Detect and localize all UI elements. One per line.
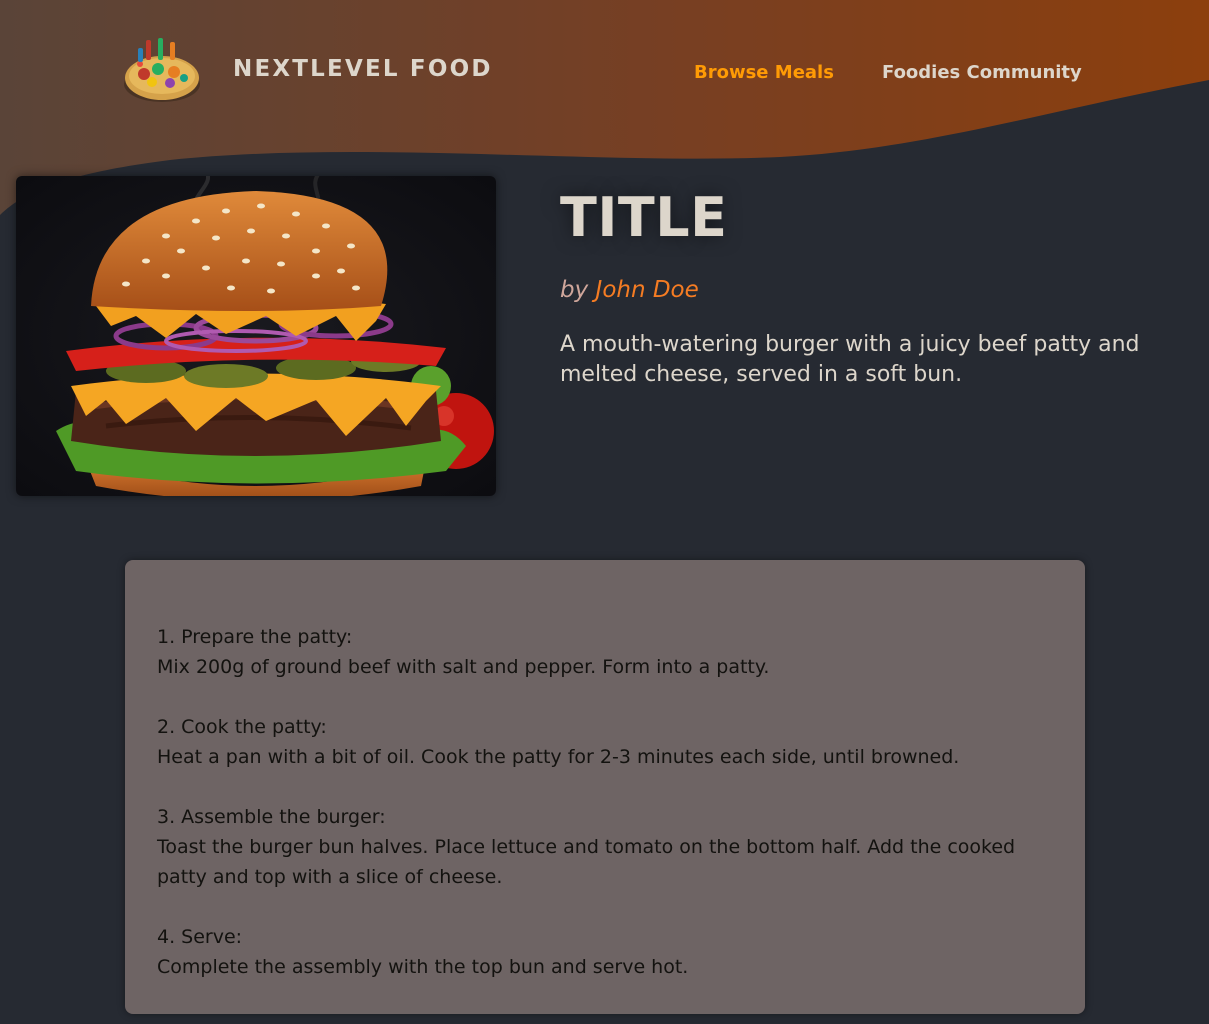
meal-summary: A mouth-watering burger with a juicy bee… [560,332,1140,387]
nav-browse-meals[interactable]: Browse Meals [694,62,834,83]
meal-detail-page: NEXTLEVEL FOOD Browse Meals Foodies Comm… [0,0,1209,1024]
brand-name[interactable]: NEXTLEVEL FOOD [233,56,493,82]
step-text: Mix 200g of ground beef with salt and pe… [157,656,770,678]
meal-creator: by John Doe [560,277,699,303]
step-heading: 1. Prepare the patty: [157,626,353,648]
logo[interactable] [122,36,202,106]
instruction-step: 2. Cook the patty: Heat a pan with a bit… [157,712,1053,772]
step-heading: 2. Cook the patty: [157,716,327,738]
step-text: Heat a pan with a bit of oil. Cook the p… [157,746,960,768]
meal-image [16,176,496,496]
instruction-step: 4. Serve: Complete the assembly with the… [157,922,1053,982]
meal-instructions: 1. Prepare the patty: Mix 200g of ground… [125,560,1085,1014]
instruction-step: 1. Prepare the patty: Mix 200g of ground… [157,622,1053,682]
burger-image [16,176,496,496]
creator-email-link[interactable]: John Doe [596,277,699,303]
step-text: Toast the burger bun halves. Place lettu… [157,836,1016,888]
meal-title: TITLE [560,186,728,249]
step-heading: 4. Serve: [157,926,243,948]
step-heading: 3. Assemble the burger: [157,806,386,828]
food-plate-logo-icon [124,38,200,102]
creator-prefix: by [560,277,596,303]
instruction-step: 3. Assemble the burger: Toast the burger… [157,802,1053,892]
step-text: Complete the assembly with the top bun a… [157,956,689,978]
nav-foodies-community[interactable]: Foodies Community [882,62,1082,83]
